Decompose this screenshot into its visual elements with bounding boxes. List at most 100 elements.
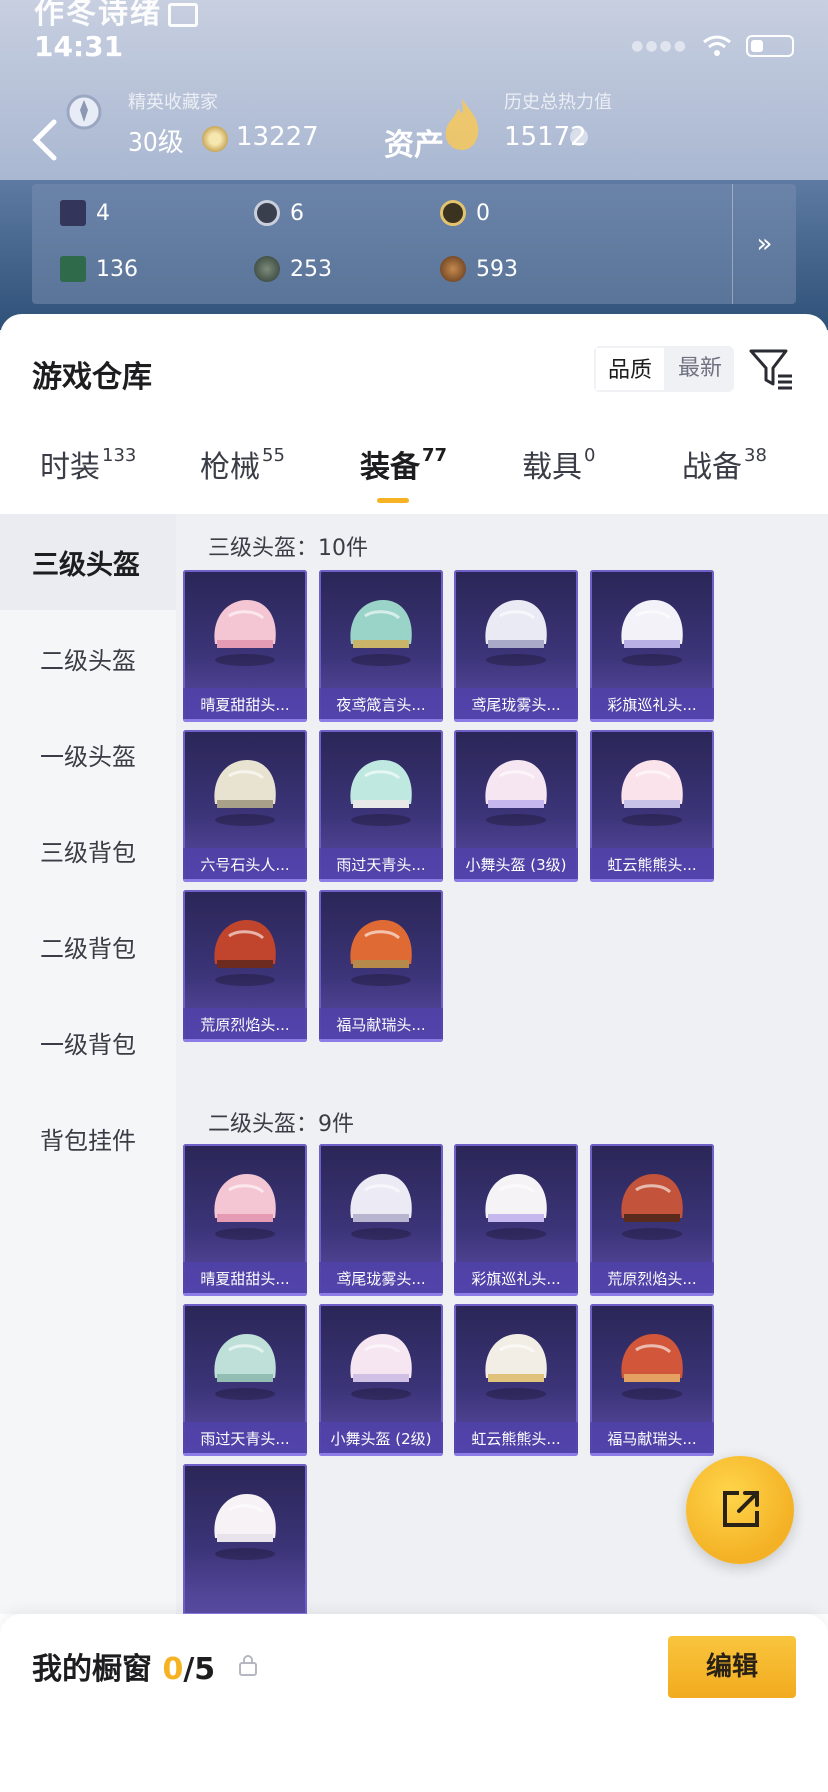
active-tab-indicator: [377, 498, 409, 503]
tab-equipment[interactable]: 装备 77: [360, 442, 447, 486]
helmet-icon: [350, 1334, 412, 1400]
helmet-icon: [621, 1334, 683, 1400]
item-card[interactable]: 小舞头盔 (2级): [319, 1304, 443, 1456]
sort-quality-button[interactable]: 品质: [594, 346, 667, 392]
status-bar-right: ●●●●: [631, 34, 794, 58]
item-card[interactable]: 晴夏甜甜头...: [183, 1144, 307, 1296]
quality-bar: [590, 1453, 714, 1456]
category-tabs: 时装 133 枪械 55 装备 77 载具 0 战备 38: [0, 442, 828, 512]
quality-bar: [319, 1039, 443, 1042]
item-card[interactable]: 鸢尾珑雾头...: [319, 1144, 443, 1296]
status-time: 14:31: [34, 30, 124, 63]
share-icon: [723, 1491, 759, 1527]
section-title-level3: 三级头盔：10件: [208, 536, 368, 561]
item-name: 虹云熊熊头...: [590, 848, 714, 882]
helmet-icon: [485, 1334, 547, 1400]
quality-bar: [319, 879, 443, 882]
lock-icon: [239, 1655, 257, 1676]
edit-name-icon[interactable]: [168, 2, 198, 27]
item-card[interactable]: 晴夏甜甜头...: [183, 570, 307, 722]
sort-newest-button[interactable]: 最新: [666, 346, 734, 392]
edit-button[interactable]: 编辑: [668, 1636, 796, 1698]
item-card[interactable]: 小舞头盔 (3级): [454, 730, 578, 882]
item-name: 虹云熊熊头...: [454, 1422, 578, 1456]
item-card[interactable]: 鸢尾珑雾头...: [454, 570, 578, 722]
item-card[interactable]: 彩旗巡礼头...: [590, 570, 714, 722]
helmet-icon: [621, 760, 683, 826]
showcase-bar: 我的橱窗 0/5 编辑: [0, 1614, 828, 1792]
bronze-orb-icon: [440, 256, 466, 282]
sort-toggle: 品质 最新: [594, 346, 735, 392]
item-card[interactable]: [183, 1464, 307, 1614]
tab-supplies[interactable]: 战备 38: [682, 442, 767, 486]
stat-item: 136: [60, 256, 138, 282]
item-name: 福马献瑞头...: [590, 1422, 714, 1456]
tab-guns[interactable]: 枪械 55: [200, 442, 285, 486]
quality-bar: [183, 879, 307, 882]
showcase-title: 我的橱窗 0/5: [32, 1652, 216, 1687]
quality-bar: [454, 1293, 578, 1296]
item-name: 鸢尾珑雾头...: [319, 1262, 443, 1296]
item-name: 荒原烈焰头...: [590, 1262, 714, 1296]
quality-bar: [319, 1453, 443, 1456]
green-orb-icon: [254, 256, 280, 282]
quality-bar: [590, 719, 714, 722]
item-card[interactable]: 福马献瑞头...: [319, 890, 443, 1042]
sidebar-item-level1-helmet[interactable]: 一级头盔: [0, 706, 176, 802]
helmet-icon: [485, 760, 547, 826]
item-card[interactable]: 雨过天青头...: [183, 1304, 307, 1456]
item-card[interactable]: 荒原烈焰头...: [183, 890, 307, 1042]
sidebar-item-level3-backpack[interactable]: 三级背包: [0, 802, 176, 898]
quality-bar: [590, 879, 714, 882]
filter-icon[interactable]: [748, 346, 794, 392]
item-name: 六号石头人...: [183, 848, 307, 882]
helmet-icon: [350, 600, 412, 666]
stats-more-button[interactable]: »: [732, 184, 796, 304]
sidebar-item-backpack-charm[interactable]: 背包挂件: [0, 1090, 176, 1186]
item-name: 彩旗巡礼头...: [590, 688, 714, 722]
help-icon[interactable]: [570, 128, 588, 146]
item-card[interactable]: 六号石头人...: [183, 730, 307, 882]
sidebar-item-level2-helmet[interactable]: 二级头盔: [0, 610, 176, 706]
item-name: 夜鸢箴言头...: [319, 688, 443, 722]
stat-item: 0: [440, 200, 490, 226]
item-name: 雨过天青头...: [183, 1422, 307, 1456]
sidebar-item-level2-backpack[interactable]: 二级背包: [0, 898, 176, 994]
item-card[interactable]: 夜鸢箴言头...: [319, 570, 443, 722]
tab-fashion[interactable]: 时装 133: [40, 442, 136, 486]
sidebar-item-level1-backpack[interactable]: 一级背包: [0, 994, 176, 1090]
sidebar-item-level3-helmet[interactable]: 三级头盔: [0, 514, 176, 610]
heat-label: 历史总热力值: [504, 92, 612, 113]
item-card[interactable]: 虹云熊熊头...: [590, 730, 714, 882]
item-name: 彩旗巡礼头...: [454, 1262, 578, 1296]
stat-item: 593: [440, 256, 518, 282]
helmet-icon: [214, 920, 276, 986]
flame-icon: [445, 98, 479, 150]
helmet-icon: [485, 1174, 547, 1240]
profile-header: 作冬诗绪 14:31 ●●●● 精英收藏家 30级 13227 资产 历史总热力…: [0, 0, 828, 330]
quality-bar: [590, 1293, 714, 1296]
item-name: 雨过天青头...: [319, 848, 443, 882]
level: 30级: [128, 128, 184, 158]
item-card[interactable]: 虹云熊熊头...: [454, 1304, 578, 1456]
item-grid: 三级头盔：10件 晴夏甜甜头... 夜鸢箴言头... 鸢尾珑雾头... 彩旗巡礼头..…: [176, 514, 828, 1614]
coin-value: 13227: [236, 122, 319, 152]
back-icon[interactable]: [28, 118, 62, 162]
quality-bar: [454, 719, 578, 722]
helmet-icon: [214, 1494, 276, 1560]
helmet-icon: [350, 1174, 412, 1240]
tab-vehicles[interactable]: 载具 0: [522, 442, 595, 486]
item-card[interactable]: 荒原烈焰头...: [590, 1144, 714, 1296]
quality-bar: [319, 1293, 443, 1296]
item-card[interactable]: 福马献瑞头...: [590, 1304, 714, 1456]
collector-badge-icon: [66, 94, 102, 130]
quality-bar: [454, 879, 578, 882]
share-button[interactable]: [686, 1456, 794, 1564]
item-card[interactable]: 彩旗巡礼头...: [454, 1144, 578, 1296]
item-name: 小舞头盔 (2级): [319, 1422, 443, 1456]
item-name: 小舞头盔 (3级): [454, 848, 578, 882]
item-card[interactable]: 雨过天青头...: [319, 730, 443, 882]
quality-bar: [454, 1453, 578, 1456]
quality-bar: [183, 1453, 307, 1456]
asset-label[interactable]: 资产: [384, 120, 444, 164]
